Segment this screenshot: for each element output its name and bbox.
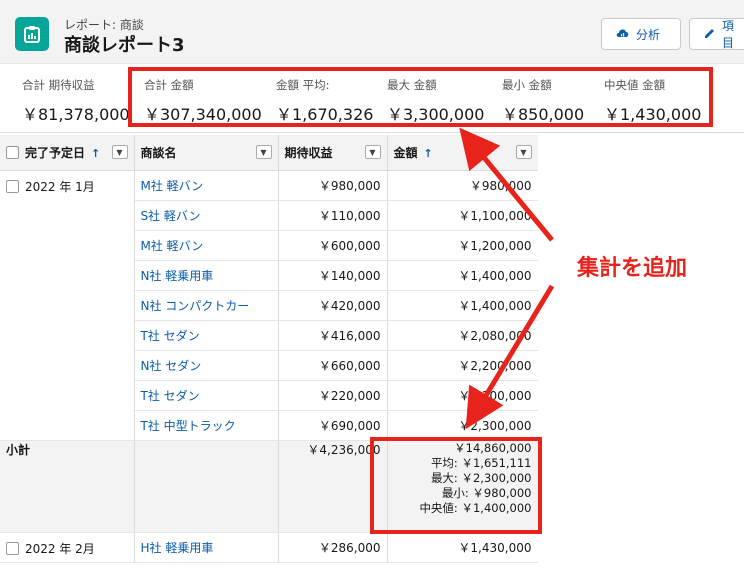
opportunity-link[interactable]: T社 中型トラック — [141, 419, 236, 433]
column-header-expected-revenue[interactable]: 期待収益 ▼ — [278, 135, 388, 171]
opportunity-link[interactable]: M社 軽バン — [141, 239, 204, 253]
table-row: 2022 年 1月 M社 軽バン ￥980,000 ￥980,000 — [0, 170, 539, 441]
revenue-cell: ￥420,000 — [278, 290, 388, 321]
column-header-opportunity-name[interactable]: 商談名 ▼ — [134, 135, 279, 171]
group-label: 2022 年 2月 — [25, 541, 95, 556]
cloud-chart-icon — [616, 27, 630, 42]
column-header-label: 金額 — [393, 145, 418, 160]
opportunity-link[interactable]: N社 コンパクトカー — [141, 299, 250, 313]
opportunity-link[interactable]: T社 セダン — [141, 329, 200, 343]
column-header-amount[interactable]: 金額 ↑ ▼ — [387, 135, 539, 171]
column-header-label: 商談名 — [140, 145, 177, 160]
group-cell-feb: 2022 年 2月 — [0, 532, 135, 563]
column-header-label: 期待収益 — [284, 145, 333, 160]
summary-label: 合計 期待収益 — [22, 78, 95, 92]
highlight-box-summary — [128, 67, 713, 127]
column-header-label: 完了予定日 — [25, 145, 86, 160]
edit-button-label: 項目 — [722, 19, 735, 50]
column-header-close-date[interactable]: 完了予定日 ↑ ▼ — [0, 135, 135, 171]
annotation-callout: 集計を追加 — [577, 256, 688, 281]
chevron-down-icon[interactable]: ▼ — [255, 145, 272, 159]
revenue-cell: ￥980,000 — [278, 170, 388, 201]
table-row: 2022 年 2月 H社 軽乗用車 ￥286,000 ￥1,430,000 — [0, 532, 539, 563]
revenue-cell: ￥690,000 — [278, 410, 388, 441]
revenue-cell: ￥220,000 — [278, 380, 388, 411]
amount-cell: ￥2,300,000 — [387, 410, 539, 441]
table-header-row: 完了予定日 ↑ ▼ 商談名 ▼ 期待収益 ▼ 金額 ↑ ▼ — [0, 135, 539, 171]
page-title: 商談レポート3 — [64, 35, 185, 56]
analysis-button-label: 分析 — [636, 27, 661, 42]
select-all-checkbox[interactable] — [6, 145, 19, 159]
row-checkbox[interactable] — [6, 179, 19, 193]
opportunity-link[interactable]: S社 軽バン — [141, 209, 201, 223]
opportunity-link[interactable]: N社 軽乗用車 — [141, 269, 214, 283]
summary-value: ￥81,378,000 — [22, 105, 130, 124]
revenue-cell: ￥140,000 — [278, 260, 388, 291]
pencil-icon — [704, 27, 716, 42]
chevron-down-icon[interactable]: ▼ — [364, 145, 381, 159]
subtotal-label: 小計 — [0, 440, 135, 533]
revenue-cell: ￥600,000 — [278, 230, 388, 261]
analysis-button[interactable]: 分析 — [601, 18, 681, 50]
sort-ascending-icon: ↑ — [91, 146, 101, 160]
amount-cell: ￥1,430,000 — [387, 532, 539, 563]
revenue-cell: ￥416,000 — [278, 320, 388, 351]
empty-area — [538, 135, 744, 574]
page-header: レポート: 商談 商談レポート3 分析 項目 — [0, 0, 744, 64]
report-icon — [15, 17, 49, 51]
amount-cell: ￥2,080,000 — [387, 320, 539, 351]
amount-cell: ￥1,100,000 — [387, 200, 539, 231]
revenue-cell: ￥110,000 — [278, 200, 388, 231]
group-cell-jan: 2022 年 1月 — [0, 170, 135, 441]
edit-button[interactable]: 項目 — [689, 18, 744, 50]
group-label: 2022 年 1月 — [25, 179, 95, 194]
opportunity-link[interactable]: M社 軽バン — [141, 179, 204, 193]
chevron-down-icon[interactable]: ▼ — [111, 145, 128, 159]
revenue-cell: ￥660,000 — [278, 350, 388, 381]
amount-cell: ￥1,400,000 — [387, 290, 539, 321]
amount-cell: ￥2,200,000 — [387, 350, 539, 381]
subtotal-empty-cell — [134, 440, 279, 533]
summary-expected-revenue: 合計 期待収益 ￥81,378,000 — [22, 77, 130, 125]
highlight-box-subtotal — [370, 437, 542, 534]
amount-cell: ￥2,200,000 — [387, 380, 539, 411]
opportunity-link[interactable]: H社 軽乗用車 — [141, 541, 214, 555]
chevron-down-icon[interactable]: ▼ — [515, 145, 532, 159]
amount-cell: ￥980,000 — [387, 170, 539, 201]
amount-cell: ￥1,400,000 — [387, 260, 539, 291]
revenue-cell: ￥286,000 — [278, 532, 388, 563]
opportunity-link[interactable]: N社 セダン — [141, 359, 202, 373]
opportunity-link[interactable]: T社 セダン — [141, 389, 200, 403]
row-checkbox[interactable] — [6, 541, 19, 555]
amount-cell: ￥1,200,000 — [387, 230, 539, 261]
sort-ascending-icon: ↑ — [423, 146, 433, 160]
